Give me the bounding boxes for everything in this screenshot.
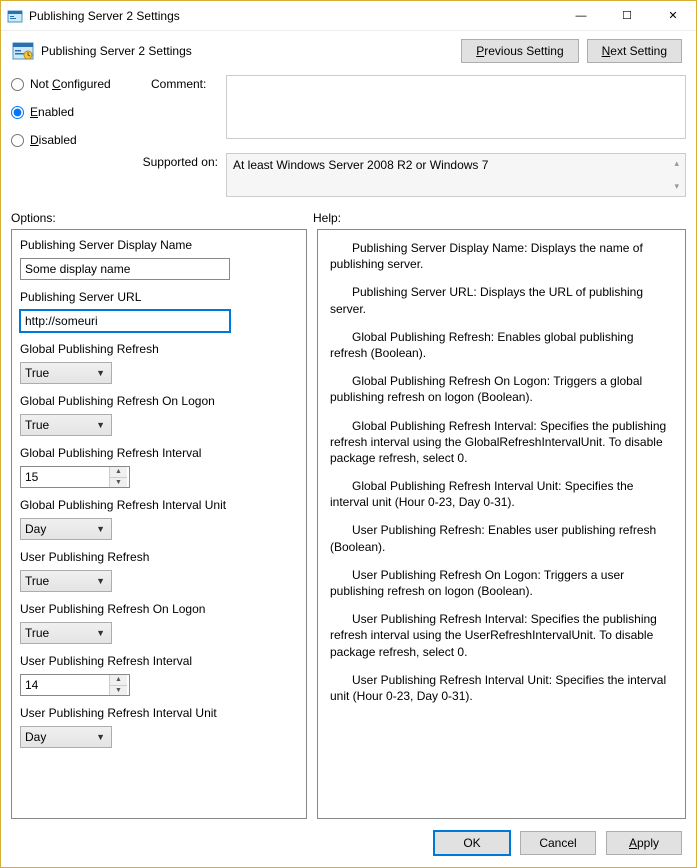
window-title: Publishing Server 2 Settings [29, 9, 558, 23]
user-refresh-unit-select[interactable]: Day▼ [20, 726, 112, 748]
help-text: User Publishing Refresh Interval: Specif… [330, 611, 673, 660]
spin-down-icon[interactable]: ▼ [110, 686, 127, 696]
enabled-radio[interactable]: Enabled [11, 105, 151, 119]
not-configured-radio[interactable]: Not Configured [11, 77, 151, 91]
footer: OK Cancel Apply [1, 819, 696, 867]
chevron-down-icon: ▼ [96, 628, 105, 638]
scroll-up-icon: ▴ [674, 158, 679, 169]
display-name-input[interactable] [20, 258, 230, 280]
supported-on-label: Supported on: [11, 153, 226, 169]
app-icon [7, 8, 23, 24]
url-label: Publishing Server URL [20, 290, 298, 304]
scroll-down-icon: ▾ [674, 181, 679, 192]
previous-setting-button[interactable]: Previous Setting [461, 39, 578, 63]
supported-on-box: At least Windows Server 2008 R2 or Windo… [226, 153, 686, 197]
help-text: Global Publishing Refresh Interval: Spec… [330, 418, 673, 467]
help-text: Publishing Server Display Name: Displays… [330, 240, 673, 272]
close-button[interactable]: ✕ [650, 1, 696, 31]
next-setting-button[interactable]: Next Setting [587, 39, 682, 63]
cancel-button[interactable]: Cancel [520, 831, 596, 855]
chevron-down-icon: ▼ [96, 576, 105, 586]
user-refresh-logon-select[interactable]: True▼ [20, 622, 112, 644]
display-name-label: Publishing Server Display Name [20, 238, 298, 252]
disabled-radio[interactable]: Disabled [11, 133, 151, 147]
chevron-down-icon: ▼ [96, 524, 105, 534]
global-refresh-interval-spinner[interactable]: ▲▼ [20, 466, 130, 488]
spin-down-icon[interactable]: ▼ [110, 478, 127, 488]
supported-on-text: At least Windows Server 2008 R2 or Windo… [233, 158, 488, 192]
user-refresh-label: User Publishing Refresh [20, 550, 298, 564]
titlebar: Publishing Server 2 Settings — ☐ ✕ [1, 1, 696, 31]
options-heading: Options: [11, 211, 313, 225]
global-refresh-logon-select[interactable]: True▼ [20, 414, 112, 436]
global-refresh-label: Global Publishing Refresh [20, 342, 298, 356]
maximize-button[interactable]: ☐ [604, 1, 650, 31]
help-text: User Publishing Refresh On Logon: Trigge… [330, 567, 673, 599]
dialog-window: Publishing Server 2 Settings — ☐ ✕ Publi… [0, 0, 697, 868]
help-pane: Publishing Server Display Name: Displays… [317, 229, 686, 819]
help-text: User Publishing Refresh: Enables user pu… [330, 522, 673, 554]
help-text: Global Publishing Refresh Interval Unit:… [330, 478, 673, 510]
chevron-down-icon: ▼ [96, 732, 105, 742]
user-refresh-interval-label: User Publishing Refresh Interval [20, 654, 298, 668]
header: Publishing Server 2 Settings Previous Se… [1, 31, 696, 75]
ok-button[interactable]: OK [434, 831, 510, 855]
apply-button[interactable]: Apply [606, 831, 682, 855]
comment-label: Comment: [151, 75, 226, 91]
chevron-down-icon: ▼ [96, 420, 105, 430]
page-title: Publishing Server 2 Settings [41, 44, 461, 58]
global-refresh-unit-select[interactable]: Day▼ [20, 518, 112, 540]
spin-up-icon[interactable]: ▲ [110, 467, 127, 478]
policy-icon [11, 39, 35, 63]
help-text: User Publishing Refresh Interval Unit: S… [330, 672, 673, 704]
options-pane: Publishing Server Display Name Publishin… [11, 229, 307, 819]
spin-up-icon[interactable]: ▲ [110, 675, 127, 686]
user-refresh-select[interactable]: True▼ [20, 570, 112, 592]
help-text: Global Publishing Refresh On Logon: Trig… [330, 373, 673, 405]
global-refresh-select[interactable]: True▼ [20, 362, 112, 384]
global-refresh-interval-label: Global Publishing Refresh Interval [20, 446, 298, 460]
chevron-down-icon: ▼ [96, 368, 105, 378]
help-text: Global Publishing Refresh: Enables globa… [330, 329, 673, 361]
help-heading: Help: [313, 211, 341, 225]
minimize-button[interactable]: — [558, 1, 604, 31]
user-refresh-interval-spinner[interactable]: ▲▼ [20, 674, 130, 696]
user-refresh-unit-label: User Publishing Refresh Interval Unit [20, 706, 298, 720]
global-refresh-logon-label: Global Publishing Refresh On Logon [20, 394, 298, 408]
url-input[interactable] [20, 310, 230, 332]
global-refresh-unit-label: Global Publishing Refresh Interval Unit [20, 498, 298, 512]
user-refresh-logon-label: User Publishing Refresh On Logon [20, 602, 298, 616]
help-text: Publishing Server URL: Displays the URL … [330, 284, 673, 316]
comment-textarea[interactable] [226, 75, 686, 139]
